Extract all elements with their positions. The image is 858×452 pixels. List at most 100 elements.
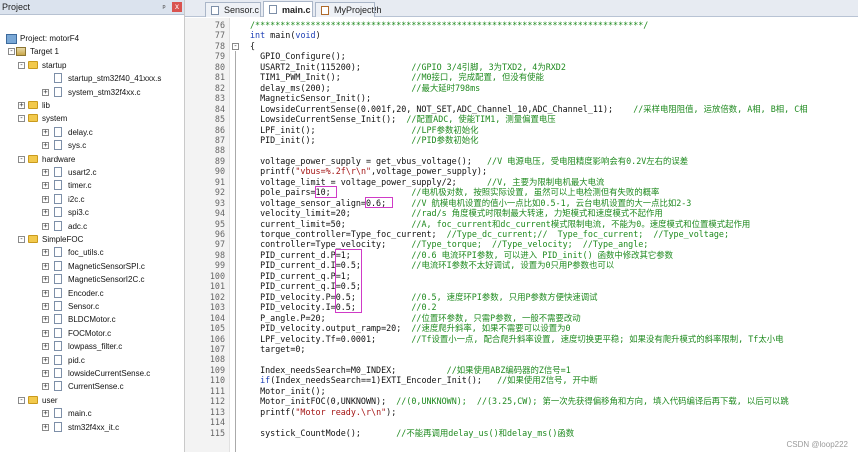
expand-icon[interactable]: + bbox=[42, 303, 49, 310]
tree-item-lowsidecurrentsense-c[interactable]: + lowsideCurrentSense.c bbox=[0, 367, 183, 380]
expand-icon[interactable]: + bbox=[42, 142, 49, 150]
tree-item-usart2-c[interactable]: + usart2.c bbox=[0, 166, 183, 179]
code-line[interactable]: USART2_Init(115200); //GPIO 3/4引脚, 3为TXD… bbox=[250, 62, 566, 73]
code-line[interactable]: systick_CountMode(); //不能再调用delay_us()和d… bbox=[250, 428, 574, 439]
expand-icon[interactable]: + bbox=[42, 169, 49, 176]
code-line[interactable]: delay_ms(200); //最大延时798ms bbox=[250, 83, 480, 94]
tree-item-timer-c[interactable]: + timer.c bbox=[0, 179, 183, 192]
code-line[interactable]: PID_init(); //PID参数初始化 bbox=[250, 135, 478, 146]
tree-item-simplefoc[interactable]: - SimpleFOC bbox=[0, 233, 183, 246]
fold-collapse-icon[interactable]: - bbox=[232, 42, 239, 50]
tree-item-hardware[interactable]: - hardware bbox=[0, 153, 183, 166]
expand-icon[interactable]: + bbox=[42, 276, 49, 284]
tree-item-stm32f4xx-it-c[interactable]: + stm32f4xx_it.c bbox=[0, 421, 183, 434]
expand-icon[interactable]: + bbox=[42, 423, 49, 431]
expand-icon[interactable]: + bbox=[42, 410, 49, 418]
expand-icon[interactable]: + bbox=[42, 222, 49, 230]
code-line[interactable]: voltage_sensor_align=0.6; //V 航模电机设置的值小一… bbox=[250, 198, 691, 209]
code-line[interactable]: { bbox=[250, 41, 255, 52]
code-line[interactable]: PID_current_d.P=1; //0.6 电流环PI参数, 可以进入 P… bbox=[250, 250, 673, 261]
tree-item-foc-utils-c[interactable]: + foc_utils.c bbox=[0, 246, 183, 259]
tree-item-main-c[interactable]: + main.c bbox=[0, 407, 183, 420]
close-panel-button[interactable]: x bbox=[172, 2, 182, 12]
code-line[interactable]: pole_pairs=10; //电机极对数, 按照实际设置, 虽然可以上电检测… bbox=[250, 187, 659, 198]
code-line[interactable]: printf("vbus=%.2f\r\n",voltage_power_sup… bbox=[250, 166, 487, 177]
code-line[interactable]: /***************************************… bbox=[250, 20, 648, 31]
code-line[interactable]: PID_current_d.I=0.5; //电流环I参数不太好调试, 设置为0… bbox=[250, 260, 614, 271]
code-line[interactable]: voltage_power_supply = get_vbus_voltage(… bbox=[250, 156, 688, 167]
tree-item-system[interactable]: - system bbox=[0, 112, 183, 125]
tree-item-focmotor-c[interactable]: + FOCMotor.c bbox=[0, 327, 183, 340]
code-line[interactable]: voltage_limit = voltage_power_supply/2; … bbox=[250, 177, 604, 188]
code-line[interactable]: if(Index_needsSearch==1)EXTI_Encoder_Ini… bbox=[250, 375, 598, 386]
tree-item-sensor-c[interactable]: + Sensor.c bbox=[0, 300, 183, 313]
collapse-icon[interactable]: - bbox=[18, 61, 25, 69]
expand-icon[interactable]: + bbox=[42, 128, 49, 136]
code-line[interactable]: TIM1_PWM_Init(); //M0接口, 完成配置, 但没有使能 bbox=[250, 72, 544, 83]
expand-icon[interactable]: + bbox=[42, 249, 49, 257]
code-line[interactable]: target=0; bbox=[250, 344, 305, 355]
tree-item-pid-c[interactable]: + pid.c bbox=[0, 354, 183, 367]
code-line[interactable]: Index_needsSearch=M0_INDEX; //如果使用ABZ编码器… bbox=[250, 365, 571, 376]
expand-icon[interactable]: + bbox=[42, 182, 49, 190]
tree-item-i2c-c[interactable]: + i2c.c bbox=[0, 193, 183, 206]
expand-icon[interactable]: + bbox=[42, 383, 49, 391]
expand-icon[interactable]: + bbox=[42, 289, 49, 297]
code-line[interactable]: current_limit=50; //A, foc_current和dc_cu… bbox=[250, 219, 750, 230]
expand-icon[interactable]: + bbox=[42, 88, 49, 96]
tab-label: main.c bbox=[282, 4, 311, 15]
tree-item-lib[interactable]: + lib bbox=[0, 99, 183, 112]
code-line[interactable]: printf("Motor ready.\r\n"); bbox=[250, 407, 396, 418]
collapse-icon[interactable]: - bbox=[18, 236, 25, 243]
code-line[interactable]: PID_velocity.P=0.5; //0.5, 速度环PI参数, 只用P参… bbox=[250, 292, 597, 303]
code-line[interactable]: MagneticSensor_Init(); bbox=[250, 93, 371, 104]
expand-icon[interactable]: + bbox=[42, 370, 49, 377]
code-line[interactable]: int main(void) bbox=[250, 30, 321, 41]
expand-icon[interactable]: + bbox=[42, 329, 49, 337]
tree-item-delay-c[interactable]: + delay.c bbox=[0, 126, 183, 139]
tree-item-startup[interactable]: - startup bbox=[0, 59, 183, 72]
tab-myproject-h[interactable]: MyProject.h bbox=[315, 2, 382, 17]
code-line[interactable]: GPIO_Configure(); bbox=[250, 51, 346, 62]
code-line[interactable]: LPF_init(); //LPF参数初始化 bbox=[250, 125, 478, 136]
tree-item-target-1[interactable]: - Target 1 bbox=[0, 45, 183, 58]
collapse-icon[interactable]: - bbox=[18, 115, 25, 123]
collapse-icon[interactable]: - bbox=[18, 396, 25, 404]
code-line[interactable]: Motor_initFOC(0,UNKNOWN); //(0,UNKNOWN);… bbox=[250, 396, 789, 407]
pin-icon[interactable]: ᵖ bbox=[159, 3, 169, 12]
tree-item-magneticsensorspi-c[interactable]: + MagneticSensorSPI.c bbox=[0, 260, 183, 273]
tree-item-encoder-c[interactable]: + Encoder.c bbox=[0, 287, 183, 300]
expand-icon[interactable]: + bbox=[42, 209, 49, 217]
tree-item-currentsense-c[interactable]: + CurrentSense.c bbox=[0, 380, 183, 393]
expand-icon[interactable]: + bbox=[42, 343, 49, 351]
code-line[interactable]: PID_velocity.output_ramp=20; //速度爬升斜率, 如… bbox=[250, 323, 571, 334]
code-line[interactable]: LowsideCurrentSense(0.001f,20, NOT_SET,A… bbox=[250, 104, 808, 115]
expand-icon[interactable]: + bbox=[42, 316, 49, 324]
tree-item-bldcmotor-c[interactable]: + BLDCMotor.c bbox=[0, 313, 183, 326]
tree-item-magneticsensori2c-c[interactable]: + MagneticSensorI2C.c bbox=[0, 273, 183, 286]
expand-icon[interactable]: + bbox=[42, 262, 49, 270]
code-line[interactable]: velocity_limit=20; //rad/s 角度模式时限制最大转速, … bbox=[250, 208, 663, 219]
tree-item-user[interactable]: - user bbox=[0, 394, 183, 407]
code-line[interactable]: torque_controller=Type_foc_current; //Ty… bbox=[250, 229, 729, 240]
tree-item-sys-c[interactable]: + sys.c bbox=[0, 139, 183, 152]
tree-item-spi3-c[interactable]: + spi3.c bbox=[0, 206, 183, 219]
code-line[interactable]: LowsideCurrentSense_Init(); //配置ADC, 使能T… bbox=[250, 114, 556, 125]
tree-item-system-stm32f4xx-c[interactable]: + system_stm32f4xx.c bbox=[0, 86, 183, 99]
code-line[interactable]: controller=Type_velocity; //Type_torque;… bbox=[250, 239, 648, 250]
tab-sensor-c[interactable]: Sensor.c bbox=[205, 2, 261, 17]
expand-icon[interactable]: + bbox=[42, 195, 49, 203]
code-line[interactable]: LPF_velocity.Tf=0.0001; //Tf设置小一点, 配合爬升斜… bbox=[250, 334, 783, 345]
code-line[interactable]: Motor_init(); bbox=[250, 386, 326, 397]
collapse-icon[interactable]: - bbox=[18, 155, 25, 163]
tree-item-adc-c[interactable]: + adc.c bbox=[0, 220, 183, 233]
tab-main-c[interactable]: main.c bbox=[263, 1, 313, 17]
expand-icon[interactable]: + bbox=[18, 102, 25, 109]
tree-item-startup-stm32f40-41xxx-s[interactable]: startup_stm32f40_41xxx.s bbox=[0, 72, 183, 85]
expand-icon[interactable]: + bbox=[42, 356, 49, 364]
code-editor[interactable]: 76 77 78 79 80 81 82 83 84 85 86 87 88 89 90 91 92 93 94 95… bbox=[185, 18, 858, 452]
tree-item-lowpass-filter-c[interactable]: + lowpass_filter.c bbox=[0, 340, 183, 353]
collapse-icon[interactable]: - bbox=[8, 48, 15, 56]
code-line[interactable]: P_angle.P=20; //位置环参数, 只需P参数, 一般不需要改动 bbox=[250, 313, 581, 324]
tree-item-project-motorf4[interactable]: Project: motorF4 bbox=[0, 32, 183, 45]
